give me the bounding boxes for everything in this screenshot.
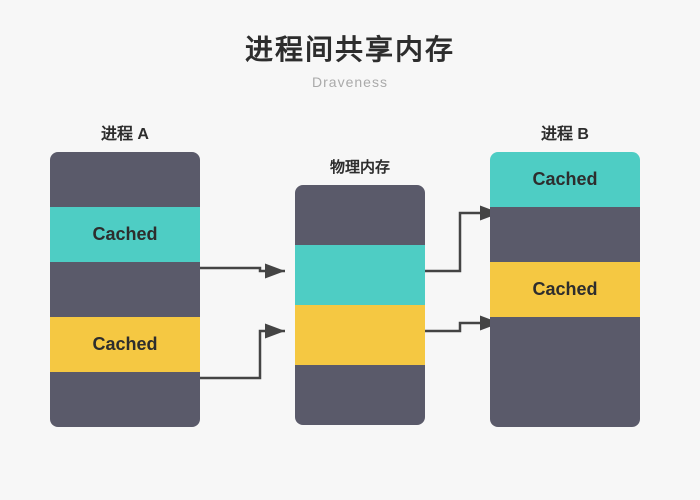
arrow-a-yellow-to-phys (200, 331, 285, 378)
process-b-label: 进程 B (541, 120, 589, 144)
process-a-cached-yellow: Cached (50, 317, 200, 372)
process-b-cached-cyan-label: Cached (532, 169, 597, 190)
phys-memory-container: 物理内存 (295, 120, 425, 425)
process-a-seg3 (50, 262, 200, 317)
phys-memory-block (295, 185, 425, 425)
process-a-seg5 (50, 372, 200, 427)
phys-seg4 (295, 365, 425, 425)
process-b-memory: Cached Cached (490, 152, 640, 427)
arrow-a-cyan-to-phys (200, 268, 285, 271)
phys-seg1 (295, 185, 425, 245)
process-b-seg4 (490, 317, 640, 372)
process-a-cached-cyan: Cached (50, 207, 200, 262)
page-title: 进程间共享内存 (245, 28, 455, 68)
subtitle: Draveness (312, 74, 388, 90)
process-b-container: 进程 B Cached Cached (490, 120, 640, 427)
process-a-cached-yellow-label: Cached (92, 334, 157, 355)
process-a-seg1 (50, 152, 200, 207)
process-b-cached-yellow: Cached (490, 262, 640, 317)
process-b-cached-yellow-label: Cached (532, 279, 597, 300)
diagram: 进程 A Cached Cached 物理内存 进程 B Cached (20, 120, 680, 440)
process-b-cached-cyan: Cached (490, 152, 640, 207)
process-a-container: 进程 A Cached Cached (50, 120, 200, 427)
arrow-phys-to-b-cyan (415, 213, 500, 271)
phys-seg-yellow (295, 305, 425, 365)
phys-seg-cyan (295, 245, 425, 305)
process-b-seg2 (490, 207, 640, 262)
arrow-phys-to-b-yellow (415, 323, 500, 331)
process-a-memory: Cached Cached (50, 152, 200, 427)
phys-memory-label: 物理内存 (330, 156, 390, 177)
process-a-cached-cyan-label: Cached (92, 224, 157, 245)
process-a-label: 进程 A (101, 120, 149, 144)
process-b-seg5 (490, 372, 640, 427)
